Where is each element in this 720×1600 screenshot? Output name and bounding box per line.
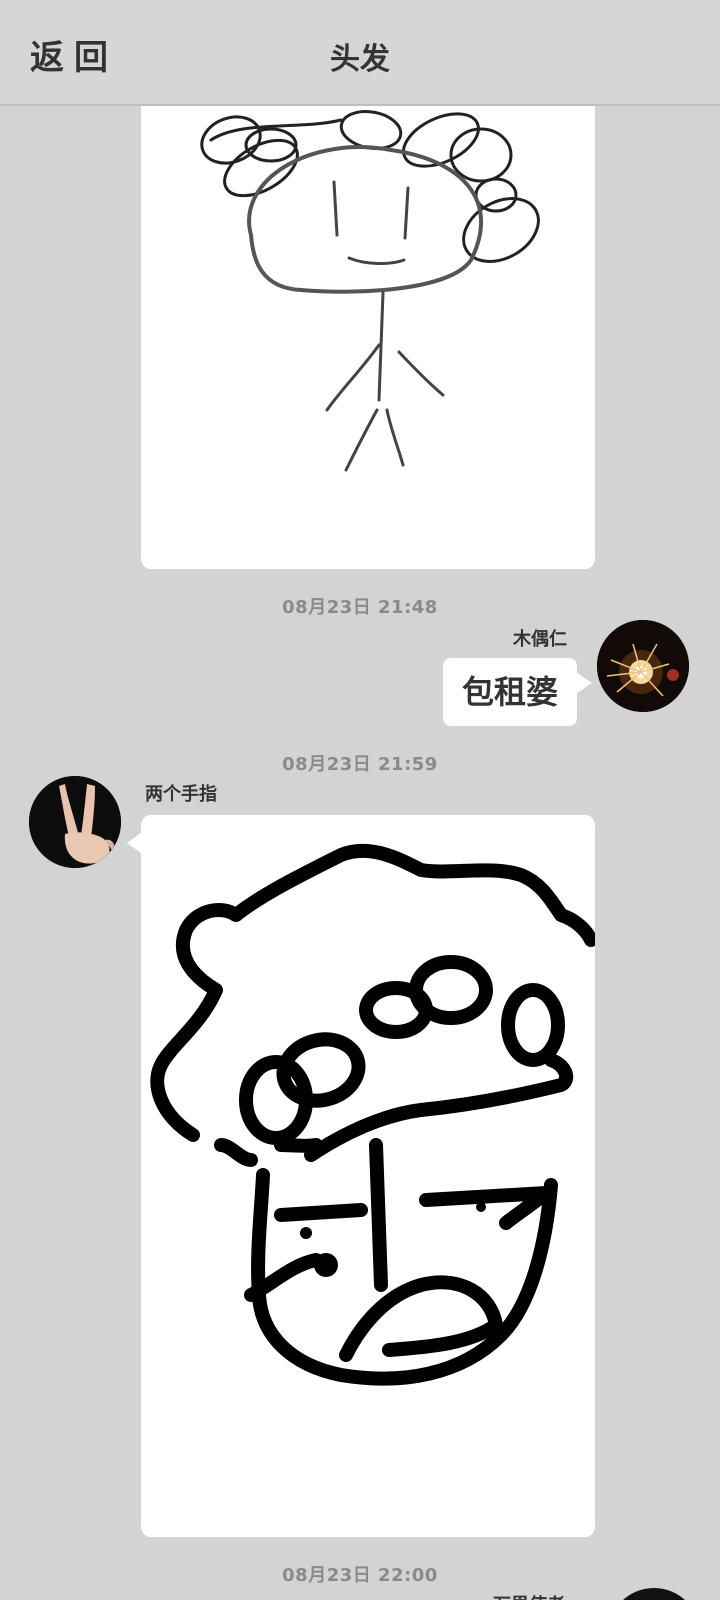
- sender-name: 万界使者: [493, 1591, 565, 1600]
- stickman-drawing: [200, 110, 540, 472]
- top-bar: 返回 头发: [0, 0, 720, 106]
- bubble-tail: [576, 672, 592, 694]
- timestamp: 08月23日 22:00: [282, 1565, 438, 1586]
- message-text: 包租婆: [461, 673, 558, 711]
- page-title: 头发: [330, 42, 390, 77]
- sender-name: 木偶仁: [513, 629, 567, 650]
- avatar-peace-sign[interactable]: [29, 776, 121, 868]
- face-drawing: [150, 843, 595, 1386]
- image-message-stickman[interactable]: [141, 60, 595, 569]
- peace-sign-image: [29, 776, 121, 868]
- timestamp: 08月23日 21:59: [282, 754, 438, 775]
- timestamp: 08月23日 21:48: [282, 597, 438, 618]
- sender-name: 两个手指: [145, 784, 217, 805]
- bubble-tail: [127, 832, 142, 854]
- avatar-partial[interactable]: [608, 1588, 700, 1600]
- chat-screen: 返回 头发 08月23日 21:48 木偶仁 包租婆 08月23日 21:59 …: [0, 0, 720, 1600]
- sparkler-image: [597, 620, 689, 712]
- image-message-face[interactable]: [141, 815, 595, 1537]
- avatar-sparkler[interactable]: [597, 620, 689, 712]
- text-message-bubble[interactable]: 包租婆: [443, 658, 577, 726]
